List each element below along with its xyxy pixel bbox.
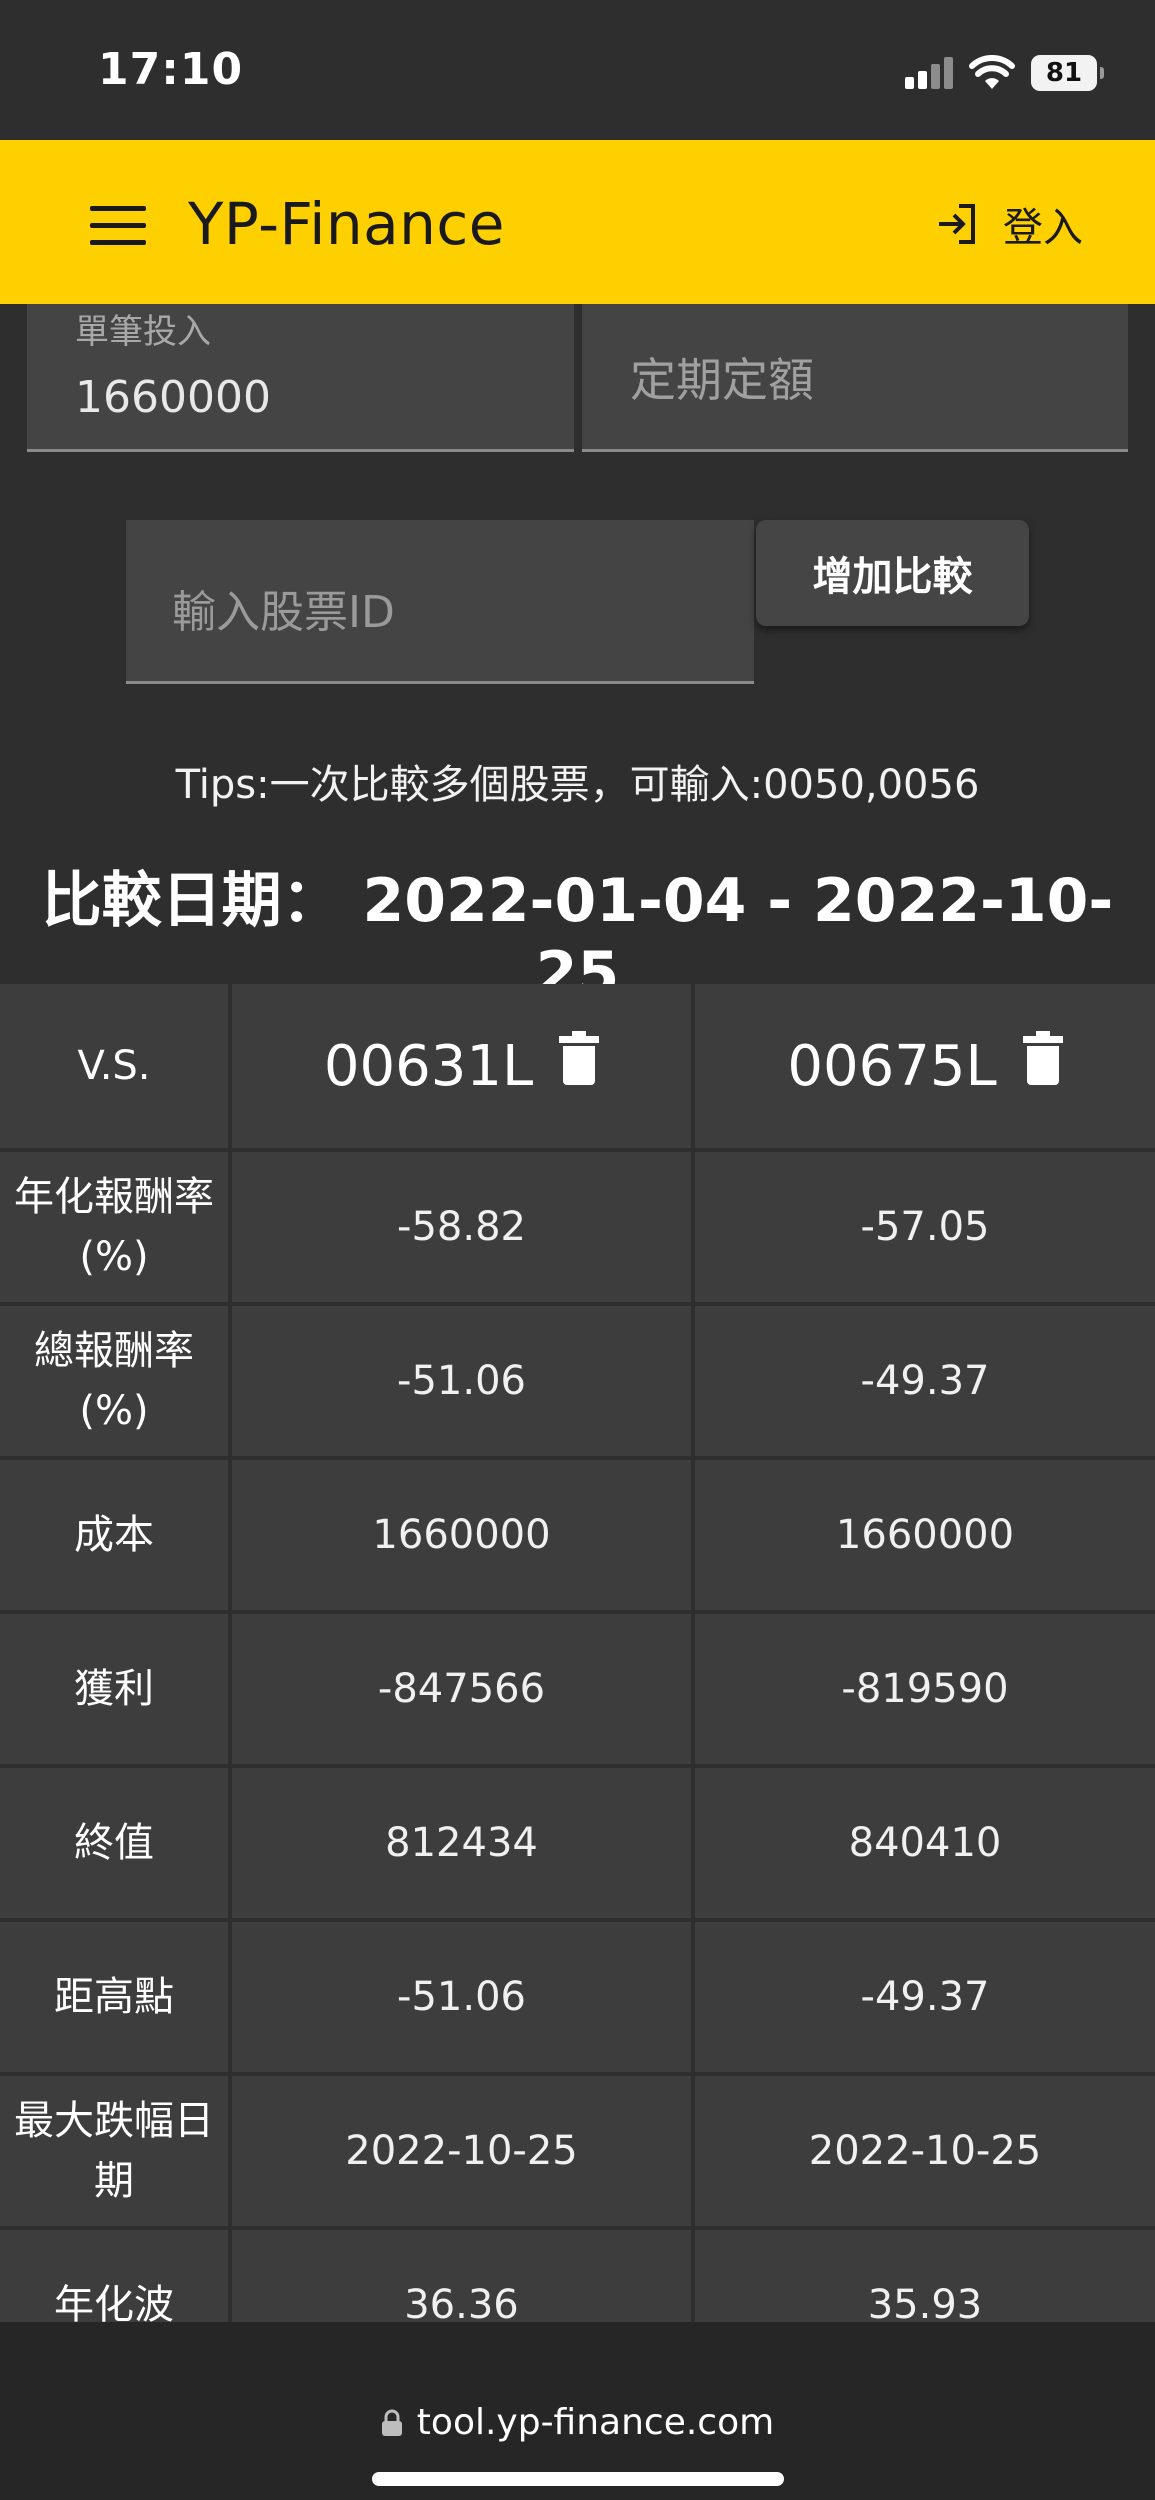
vs-header-cell: V.S. bbox=[0, 984, 228, 1148]
value-cell: 1660000 bbox=[695, 1460, 1155, 1610]
stock-header-cell: 00631L bbox=[232, 984, 691, 1148]
trash-icon[interactable] bbox=[1022, 1031, 1063, 1085]
app-bar: YP-Finance 登入 bbox=[0, 140, 1155, 304]
stock-id-label: 00675L bbox=[787, 1033, 997, 1099]
stock-id-placeholder: 輸入股票ID bbox=[172, 587, 395, 638]
menu-icon[interactable] bbox=[90, 206, 146, 246]
value-cell: 2022-10-25 bbox=[232, 2076, 691, 2226]
value-cell: -57.05 bbox=[695, 1152, 1155, 1302]
comparison-table: V.S. 00631L 00675L 年化報酬率(%) -58.82 -57.05 總報酬率… bbox=[0, 984, 1155, 2324]
periodic-investment-field[interactable]: 定期定額 bbox=[582, 304, 1128, 452]
value-cell: 36.36 bbox=[232, 2230, 691, 2324]
value-cell: -58.82 bbox=[232, 1152, 691, 1302]
periodic-investment-placeholder: 定期定額 bbox=[630, 353, 814, 407]
home-indicator[interactable] bbox=[372, 2472, 784, 2486]
lump-sum-value: 1660000 bbox=[75, 372, 271, 423]
tips-text: Tips:一次比較多個股票，可輸入:0050,0056 bbox=[175, 762, 980, 808]
lump-sum-field[interactable]: 單筆投入 1660000 bbox=[27, 304, 574, 452]
value-cell: 1660000 bbox=[232, 1460, 691, 1610]
status-bar: 17:10 81 bbox=[0, 0, 1155, 140]
browser-url-bar[interactable]: tool.yp-finance.com bbox=[0, 2322, 1155, 2500]
lock-icon bbox=[381, 2409, 402, 2436]
url-display[interactable]: tool.yp-finance.com bbox=[0, 2402, 1155, 2443]
value-cell: -49.37 bbox=[695, 1922, 1155, 2072]
row-label-cell: 終值 bbox=[0, 1768, 228, 1918]
wifi-icon bbox=[969, 55, 1015, 89]
value-cell: -49.37 bbox=[695, 1306, 1155, 1456]
row-label-cell: 總報酬率(%) bbox=[0, 1306, 228, 1456]
login-icon bbox=[939, 204, 975, 244]
value-cell: -819590 bbox=[695, 1614, 1155, 1764]
login-button[interactable]: 登入 bbox=[933, 192, 1083, 256]
status-time: 17:10 bbox=[98, 44, 244, 95]
stock-id-label: 00631L bbox=[323, 1033, 534, 1099]
row-label-cell: 距高點 bbox=[0, 1922, 228, 2072]
battery-icon: 81 bbox=[1031, 55, 1104, 91]
cellular-signal-icon bbox=[905, 57, 953, 89]
lump-sum-label: 單筆投入 bbox=[75, 312, 211, 352]
status-icons: 81 bbox=[905, 50, 1104, 96]
value-cell: 840410 bbox=[695, 1768, 1155, 1918]
stock-id-input[interactable]: 輸入股票ID bbox=[126, 520, 754, 684]
app-title[interactable]: YP-Finance bbox=[188, 190, 505, 258]
value-cell: 2022-10-25 bbox=[695, 2076, 1155, 2226]
trash-icon[interactable] bbox=[559, 1031, 600, 1085]
url-text: tool.yp-finance.com bbox=[416, 2402, 775, 2443]
row-label-cell: 獲利 bbox=[0, 1614, 228, 1764]
row-label-cell: 最大跌幅日期 bbox=[0, 2076, 228, 2226]
battery-level: 81 bbox=[1045, 58, 1083, 88]
value-cell: -847566 bbox=[232, 1614, 691, 1764]
row-label-cell: 成本 bbox=[0, 1460, 228, 1610]
row-label-cell: 年化波 bbox=[0, 2230, 228, 2324]
add-compare-button[interactable]: 增加比較 bbox=[756, 520, 1029, 626]
value-cell: 35.93 bbox=[695, 2230, 1155, 2324]
stock-header-cell: 00675L bbox=[695, 984, 1155, 1148]
value-cell: 812434 bbox=[232, 1768, 691, 1918]
login-label: 登入 bbox=[1003, 205, 1083, 251]
row-label-cell: 年化報酬率(%) bbox=[0, 1152, 228, 1302]
value-cell: -51.06 bbox=[232, 1922, 691, 2072]
value-cell: -51.06 bbox=[232, 1306, 691, 1456]
